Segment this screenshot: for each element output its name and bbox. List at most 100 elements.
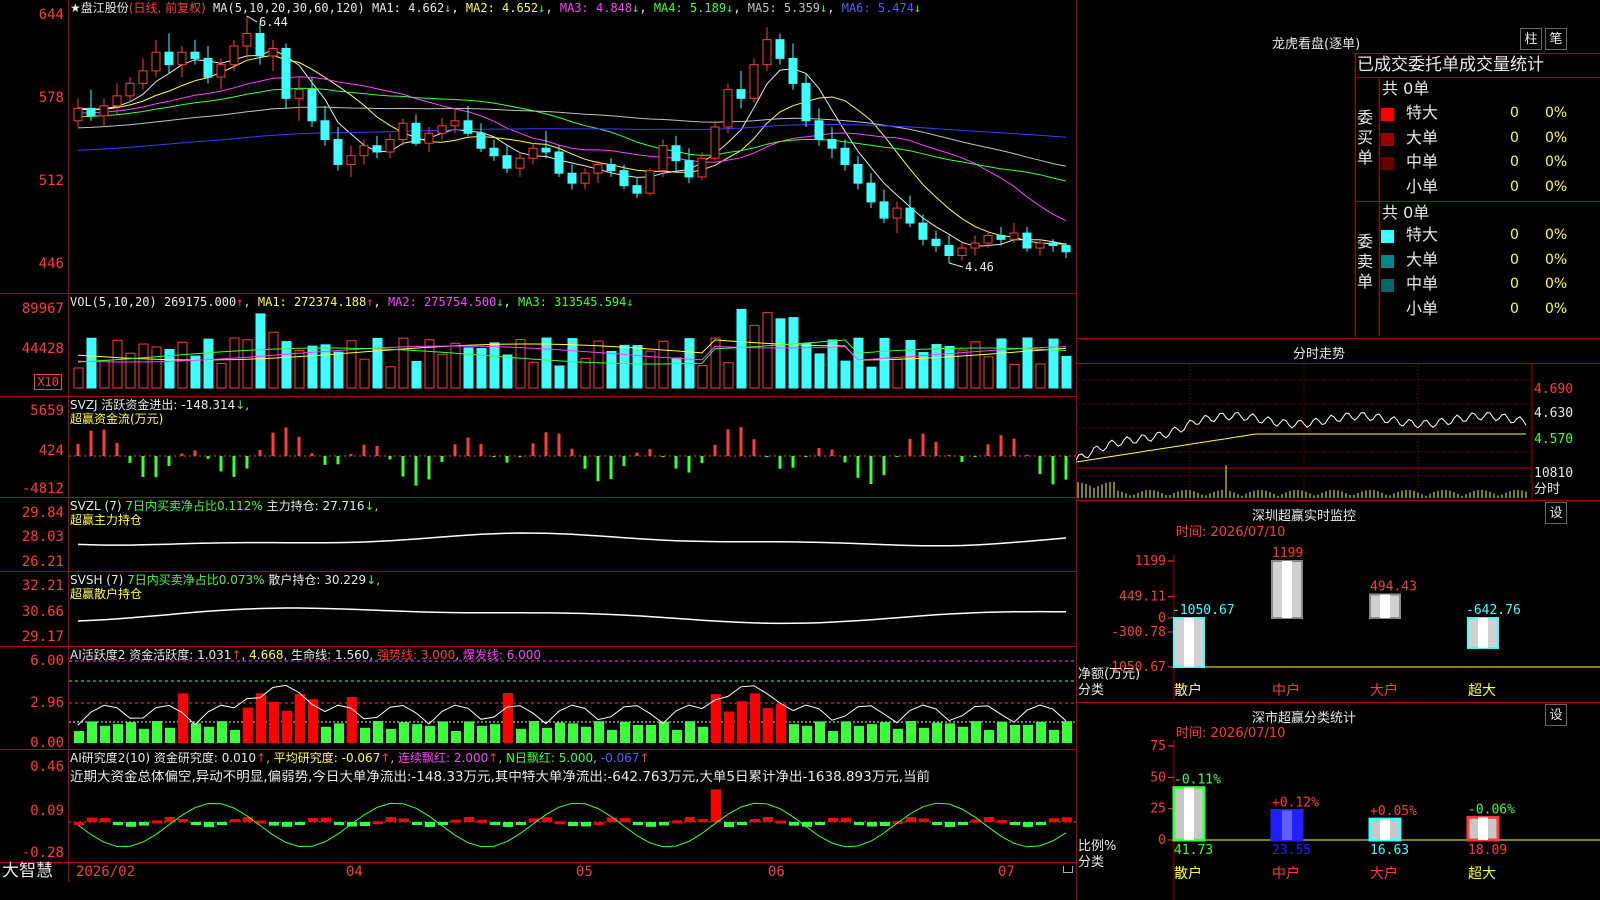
ma-value: MA3: 4.848 (552, 1, 633, 15)
date-label: 04 (346, 864, 363, 880)
candle (125, 82, 135, 97)
sz-monitor-ylabel: 净额(万元) (1078, 667, 1141, 682)
sz-class-ylabel: 比例% (1078, 839, 1117, 854)
candle (138, 70, 148, 84)
candle (372, 145, 382, 153)
sell-count: 共 0单 (1382, 203, 1430, 222)
star-icon[interactable]: ★ (70, 1, 81, 15)
volume-bar (1022, 337, 1033, 389)
research-bar (763, 817, 773, 822)
value-label: 18.09 (1468, 843, 1507, 858)
ai-nday: N日飘红: 5.000 (505, 751, 594, 765)
research-bar (451, 819, 461, 823)
svsh-label: SVSH (7) (70, 573, 124, 587)
volume-bar (840, 360, 851, 389)
svzl-arrow: ↓ (364, 499, 375, 513)
sz-monitor-settings-button[interactable]: 设 (1545, 502, 1567, 524)
bar-highlight (1184, 618, 1194, 667)
research-bar (113, 822, 123, 825)
activity-bar (334, 723, 344, 743)
volume-bar (983, 356, 994, 389)
tick-view-button[interactable]: 笔 (1545, 28, 1567, 50)
y-tick: 1199 (1135, 554, 1166, 569)
candle (775, 39, 785, 59)
fund-flow-bar (622, 456, 626, 467)
sz-class-chart[interactable]: 75 50 25 0 -0.11% 41.73 散户 +0.12% 23.55 中户 +0.05% 1… (1076, 730, 1600, 900)
activity-bar (87, 721, 97, 743)
fund-flow-bar (362, 444, 366, 456)
buy-label: 委买单 (1357, 108, 1374, 167)
svzj-header: SVZJ 活跃资金进出: -148.314↓, (70, 398, 250, 412)
candlestick-chart[interactable]: 6.44 4.46 (0, 0, 1076, 882)
activity-bar (438, 721, 448, 743)
activity-bar (620, 721, 630, 743)
research-bar (321, 817, 331, 822)
order-pct: 0% (1545, 300, 1568, 317)
candle (86, 107, 96, 117)
ai-strong: 强势线: 3.000 (377, 648, 456, 662)
fund-flow-bar (141, 456, 145, 477)
volume-bar (1061, 355, 1072, 389)
volume-bar (502, 354, 513, 389)
candle (684, 160, 694, 178)
research-bar (386, 817, 396, 822)
research-bar (360, 822, 370, 827)
fund-flow-bar (531, 443, 535, 456)
sz-class-settings-button[interactable]: 设 (1545, 704, 1567, 726)
volume-bar (710, 337, 721, 389)
buy-sell-divider (1355, 201, 1600, 202)
research-bar (230, 819, 240, 823)
candle (736, 89, 746, 99)
fund-flow-bar (1051, 456, 1055, 485)
fund-flow-bar (388, 456, 392, 460)
fund-flow-bar (973, 456, 977, 457)
sz-monitor-chart[interactable]: 1199449.110-300.78-1050.67-1050.67散户1199… (1076, 530, 1600, 700)
legend-swatch (1381, 254, 1394, 268)
bar-view-button[interactable]: 柱 (1520, 28, 1542, 50)
activity-bar (399, 722, 409, 743)
volume-bar (242, 339, 253, 389)
bar-value-label: 494.43 (1370, 579, 1417, 594)
candle (242, 32, 252, 47)
research-bar (126, 822, 136, 827)
ai-activity: 资金活跃度: 1.031 (129, 648, 232, 662)
bar-group (1271, 560, 1303, 619)
chart-mode[interactable]: (日线, 前复权) (129, 1, 206, 15)
fund-flow-bar (284, 427, 288, 456)
ai-research-header: AI研究度2(10) 资金研究度: 0.010↑, 平均研究度: -0.067↑… (70, 751, 650, 765)
volume-bar (762, 312, 773, 389)
separator: , (733, 1, 741, 15)
candle (957, 247, 967, 257)
activity-bar (477, 725, 487, 743)
candle (593, 163, 603, 174)
svzj-value: 活跃资金进出: -148.314 (101, 398, 236, 412)
fund-flow-bar (271, 432, 275, 456)
fund-flow-bar (76, 444, 80, 456)
order-count: 0 (1510, 105, 1519, 121)
intraday-chart[interactable] (1076, 364, 1600, 501)
order-pct: 0% (1545, 227, 1568, 243)
candle (918, 222, 928, 240)
category-label: 超大 (1468, 683, 1496, 699)
candle (255, 32, 265, 57)
research-bar (854, 822, 864, 825)
fund-flow-bar (843, 456, 847, 463)
main-chart-header: ★盘江股份(日线, 前复权) MA(5,10,20,30,60,120) MA1… (70, 1, 921, 15)
fund-flow-bar (687, 456, 691, 473)
activity-bar (217, 721, 227, 743)
candle (333, 139, 343, 165)
activity-bar (659, 721, 669, 743)
volume-bar (398, 337, 409, 389)
activity-bar (269, 701, 279, 743)
activity-bar (1036, 721, 1046, 743)
order-size-label: 特大 (1406, 103, 1439, 122)
low-label: 4.46 (965, 260, 994, 274)
fund-flow-bar (89, 430, 93, 456)
volume-bar (1009, 363, 1020, 389)
candle (294, 89, 304, 99)
buy-count: 共 0单 (1382, 79, 1430, 98)
volume-bar (1035, 363, 1046, 389)
fund-flow-bar (245, 456, 249, 469)
research-bar (984, 817, 994, 822)
fund-flow-bar (479, 443, 483, 456)
